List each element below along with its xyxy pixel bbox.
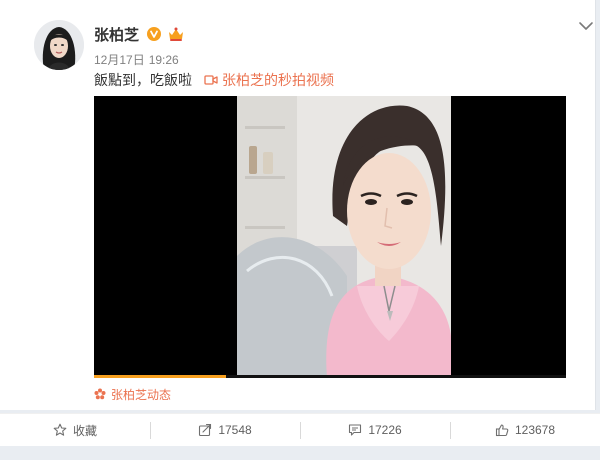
star-icon bbox=[53, 423, 67, 436]
weibo-post-card: 张柏芝 12月17日 19:26 飯點到，吃飯啦 张柏芝的秒拍视频 张柏芝动态 bbox=[0, 0, 596, 410]
comment-button[interactable]: 17226 bbox=[300, 414, 450, 446]
weibo-flower-icon bbox=[94, 388, 106, 400]
chevron-down-icon bbox=[579, 22, 593, 30]
author-name[interactable]: 张柏芝 bbox=[94, 24, 139, 45]
post-date: 12月17日 bbox=[94, 53, 145, 67]
thumbs-up-icon bbox=[495, 424, 509, 437]
avatar-portrait bbox=[34, 20, 84, 70]
author-row: 张柏芝 bbox=[94, 24, 185, 44]
more-menu-button[interactable] bbox=[578, 20, 594, 32]
post-content: 飯點到，吃飯啦 张柏芝的秒拍视频 bbox=[94, 71, 334, 89]
like-button[interactable]: 123678 bbox=[450, 414, 600, 446]
video-camera-icon bbox=[204, 75, 218, 85]
like-count: 123678 bbox=[514, 423, 556, 437]
post-source-label: 张柏芝动态 bbox=[111, 387, 172, 402]
video-progress-fill bbox=[94, 375, 227, 378]
post-meta[interactable]: 12月17日 19:26 bbox=[94, 51, 179, 68]
video-progress-bar[interactable] bbox=[94, 375, 566, 378]
repost-button[interactable]: 17548 bbox=[150, 414, 300, 446]
video-link[interactable]: 张柏芝的秒拍视频 bbox=[204, 70, 334, 90]
comment-icon bbox=[349, 424, 362, 436]
repost-icon bbox=[199, 423, 212, 437]
post-source[interactable]: 张柏芝动态 bbox=[94, 386, 171, 402]
repost-count: 17548 bbox=[218, 423, 252, 437]
video-frame: 秒拍 bbox=[237, 96, 451, 378]
action-bar: 收藏 17548 17226 123678 bbox=[0, 413, 600, 446]
post-text: 飯點到，吃飯啦 bbox=[94, 72, 192, 88]
favorite-label: 收藏 bbox=[72, 423, 97, 438]
favorite-button[interactable]: 收藏 bbox=[0, 414, 150, 446]
comment-count: 17226 bbox=[368, 423, 402, 437]
video-frame-image bbox=[237, 96, 451, 378]
post-time: 19:26 bbox=[148, 53, 179, 67]
video-player[interactable]: 秒拍 bbox=[94, 96, 566, 378]
avatar[interactable] bbox=[34, 20, 84, 70]
member-crown-icon[interactable] bbox=[167, 26, 185, 42]
verified-badge-icon[interactable] bbox=[147, 27, 162, 41]
video-link-label: 张柏芝的秒拍视频 bbox=[222, 72, 334, 88]
